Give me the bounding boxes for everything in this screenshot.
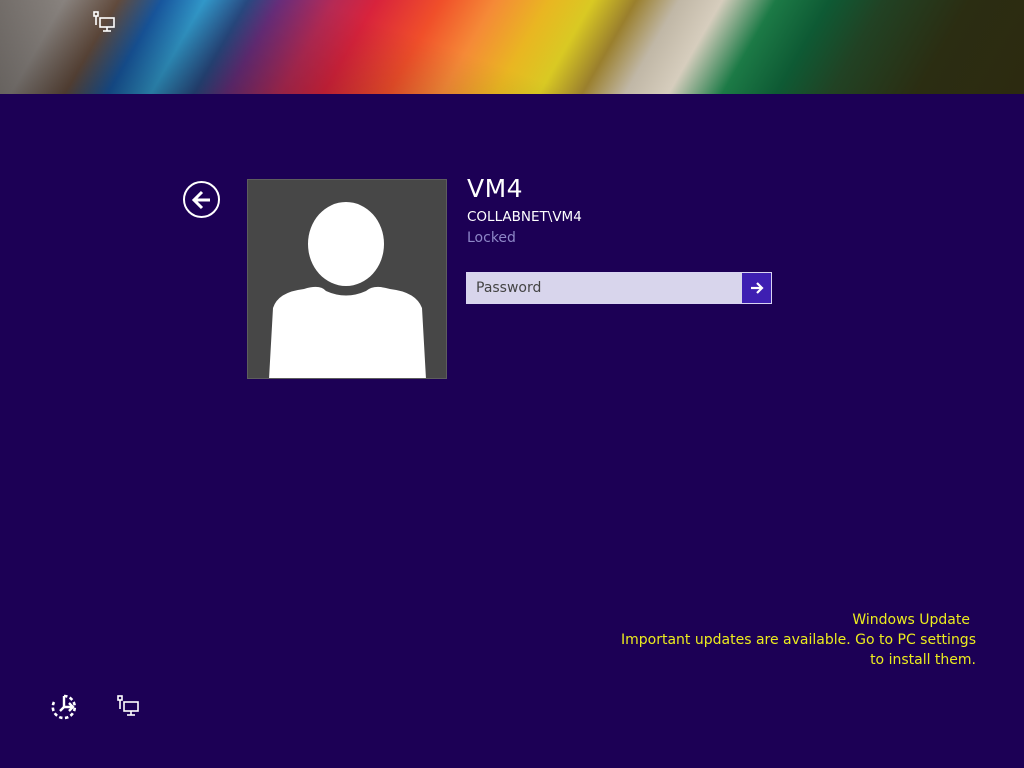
user-avatar: [247, 179, 447, 379]
user-avatar-icon: [269, 202, 426, 378]
windows-update-notification[interactable]: Windows Update Important updates are ava…: [616, 610, 976, 670]
network-button[interactable]: [116, 695, 140, 717]
user-name: VM4: [467, 174, 524, 203]
lock-status: Locked: [467, 230, 516, 246]
password-input[interactable]: [467, 273, 742, 303]
arrow-right-icon: [750, 282, 764, 294]
network-icon: [93, 11, 115, 32]
password-box: [466, 272, 772, 304]
submit-button[interactable]: [742, 273, 771, 303]
ease-of-access-icon[interactable]: [50, 693, 78, 721]
user-domain: COLLABNET\VM4: [467, 209, 582, 225]
back-arrow-icon: [191, 190, 210, 209]
back-button[interactable]: [183, 181, 220, 218]
notification-title: Windows Update: [852, 612, 970, 628]
lock-screen-banner: [0, 0, 1024, 94]
notification-message: Important updates are available. Go to P…: [621, 632, 976, 668]
